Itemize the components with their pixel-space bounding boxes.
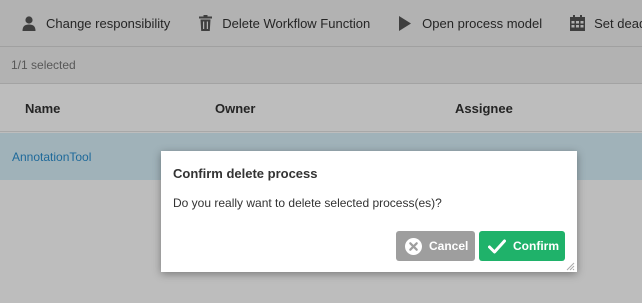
confirm-delete-dialog: Confirm delete process Do you really wan… bbox=[161, 151, 577, 272]
cancel-label: Cancel bbox=[429, 239, 469, 253]
dialog-message: Do you really want to delete selected pr… bbox=[173, 196, 442, 210]
confirm-label: Confirm bbox=[513, 239, 559, 253]
checkmark-icon bbox=[488, 239, 506, 254]
cancel-button[interactable]: Cancel bbox=[396, 231, 475, 261]
confirm-button[interactable]: Confirm bbox=[479, 231, 565, 261]
resize-handle-icon[interactable] bbox=[564, 259, 575, 271]
close-circle-icon bbox=[405, 237, 422, 255]
dialog-title: Confirm delete process bbox=[173, 166, 318, 181]
